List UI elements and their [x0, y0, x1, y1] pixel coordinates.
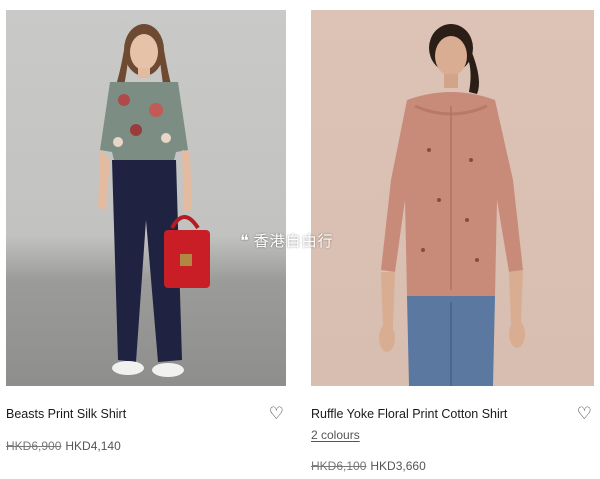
product-title-row: Beasts Print Silk Shirt ♡ — [6, 405, 286, 422]
watermark: ❝ 香港自由行 — [240, 230, 334, 251]
model-photo-illustration — [379, 24, 525, 386]
product-name[interactable]: Beasts Print Silk Shirt — [6, 407, 126, 421]
product-title-row: Ruffle Yoke Floral Print Cotton Shirt ♡ — [311, 405, 594, 422]
product-card-beasts-shirt[interactable]: Beasts Print Silk Shirt ♡ HKD6,900 HKD4,… — [6, 0, 286, 453]
product-card-ruffle-shirt[interactable]: Ruffle Yoke Floral Print Cotton Shirt ♡ … — [311, 0, 594, 473]
product-name[interactable]: Ruffle Yoke Floral Print Cotton Shirt — [311, 407, 507, 421]
product-image[interactable] — [311, 10, 594, 386]
colour-options-link[interactable]: 2 colours — [311, 428, 360, 442]
product-image[interactable] — [6, 10, 286, 386]
watermark-text: 香港自由行 — [253, 233, 334, 250]
heart-outline-icon[interactable]: ♡ — [577, 405, 592, 422]
model-photo-illustration — [98, 24, 210, 377]
product-price: HKD6,100 HKD3,660 — [311, 459, 426, 473]
wechat-icon: ❝ — [240, 232, 250, 250]
heart-outline-icon[interactable]: ♡ — [269, 405, 284, 422]
original-price: HKD6,100 — [311, 459, 367, 473]
product-price: HKD6,900 HKD4,140 — [6, 439, 121, 453]
original-price: HKD6,900 — [6, 439, 62, 453]
sale-price: HKD3,660 — [370, 459, 426, 473]
sale-price: HKD4,140 — [65, 439, 121, 453]
